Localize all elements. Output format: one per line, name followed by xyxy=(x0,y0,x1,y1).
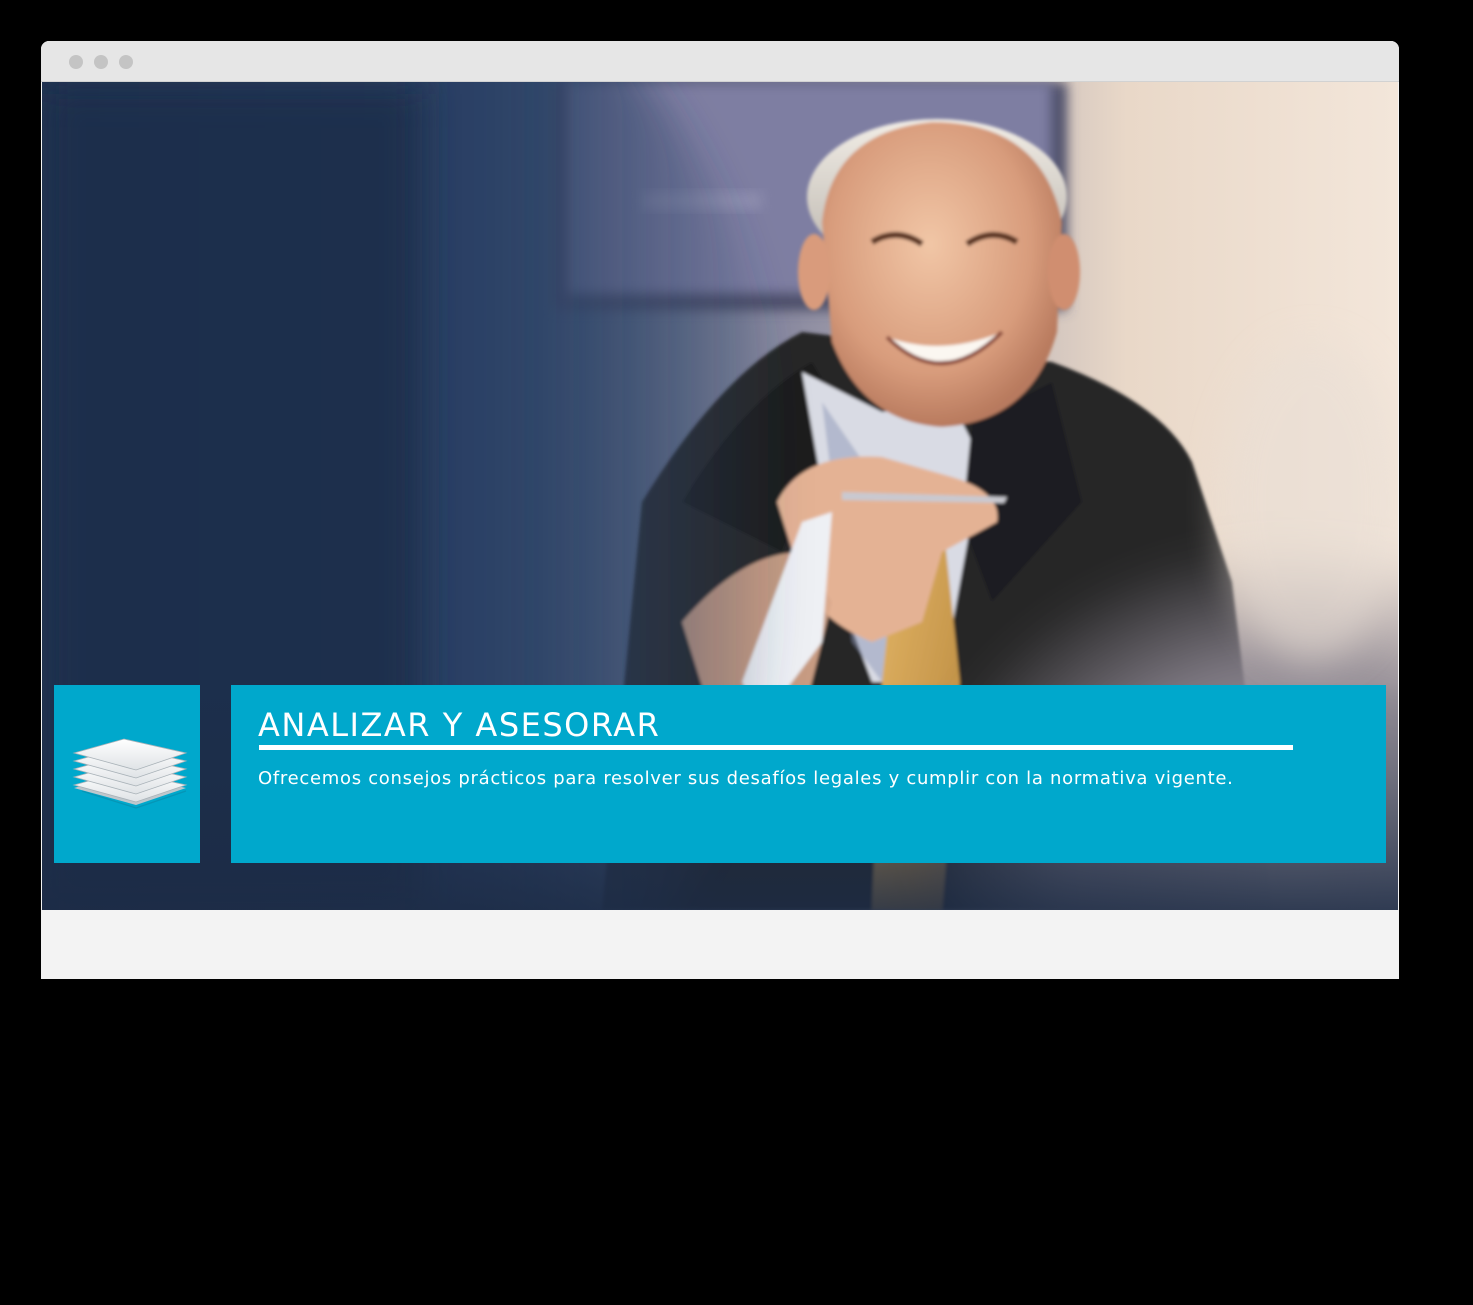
stacked-papers-icon xyxy=(72,738,188,809)
browser-window: ANALIZAR Y ASESORAR Ofrecemos consejos p… xyxy=(41,41,1399,979)
service-title: ANALIZAR Y ASESORAR xyxy=(258,706,661,744)
window-minimize-dot[interactable] xyxy=(94,55,108,69)
window-close-dot[interactable] xyxy=(69,55,83,69)
browser-titlebar xyxy=(41,41,1399,82)
service-icon-tile xyxy=(54,685,200,863)
page-viewport: ANALIZAR Y ASESORAR Ofrecemos consejos p… xyxy=(42,82,1398,979)
hero-banner: ANALIZAR Y ASESORAR Ofrecemos consejos p… xyxy=(42,82,1398,910)
service-description: Ofrecemos consejos prácticos para resolv… xyxy=(258,768,1234,789)
service-info-panel: ANALIZAR Y ASESORAR Ofrecemos consejos p… xyxy=(231,685,1386,863)
title-underline-divider xyxy=(259,745,1293,750)
window-maximize-dot[interactable] xyxy=(119,55,133,69)
